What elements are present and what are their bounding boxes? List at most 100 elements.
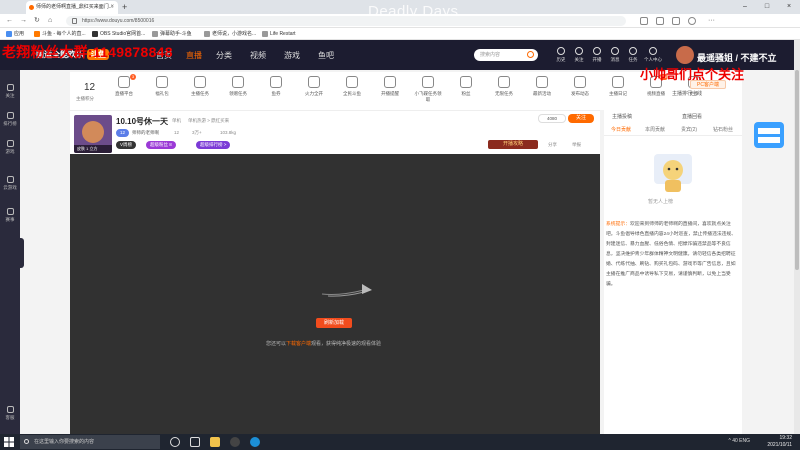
side-ad-badge-icon[interactable] (752, 118, 786, 152)
taskbar-clock[interactable]: 19:32 2021/10/11 (767, 435, 792, 449)
fans-count-button[interactable]: 4080 (538, 114, 566, 123)
task-view-icon[interactable] (190, 437, 200, 447)
url-input[interactable]: https://www.douyu.com/8500016 (66, 16, 626, 26)
new-tab-button[interactable]: + (122, 0, 127, 14)
back-icon[interactable]: ← (6, 16, 13, 26)
super-rank-badge[interactable]: 超级排行榜 > (196, 141, 231, 149)
nav-video[interactable]: 视频 (250, 50, 266, 61)
tab-week[interactable]: 本周贡献 (638, 124, 672, 136)
share-button[interactable]: 分享 (548, 142, 557, 148)
bookmark-item[interactable]: 老师说，小游戏名... (204, 30, 256, 38)
extension-icon[interactable] (640, 17, 648, 25)
windows-taskbar: 在这里输入你要搜索的内容 ^ 40 ENG 19:32 2021/10/11 (0, 434, 800, 450)
stream-guide-button[interactable]: 开播攻略 (488, 140, 538, 149)
tab-today[interactable]: 今日贡献 (604, 124, 638, 136)
task-item[interactable]: 无限任务 (490, 76, 518, 97)
super-fans-badge[interactable]: 超级粉丝 8 (146, 141, 176, 149)
tab-diamond-fans[interactable]: 钻石粉丝 (706, 124, 740, 136)
nav-category[interactable]: 分类 (216, 50, 232, 61)
task-item[interactable]: 福礼包 (148, 76, 176, 97)
pc-client-button[interactable]: PC客户端 (690, 80, 726, 89)
bookmark-item[interactable]: 应用 (6, 30, 24, 38)
follow-button[interactable]: 关注 (568, 114, 594, 123)
bookmark-item[interactable]: Life Restart (262, 30, 296, 38)
tasks-button[interactable]: 任务 (624, 47, 642, 63)
anchor-avatar[interactable]: 皮肤 1 立方 (74, 115, 112, 153)
cloud-icon (6, 176, 14, 183)
bookmark-item[interactable]: OBS Studio官网首... (92, 30, 145, 38)
task-item[interactable]: 最新活动 (528, 76, 556, 97)
task-item[interactable]: 直播平台 3 (110, 74, 138, 97)
trophy-icon (6, 112, 14, 119)
taskbar-search-input[interactable]: 在这里输入你要搜索的内容 (20, 435, 160, 449)
sidebar-item-esports[interactable]: 赛事 (0, 208, 20, 223)
sidebar-item-game[interactable]: 游戏 (0, 140, 20, 155)
room-subcategory[interactable]: 单机热游 > 鼎红买来 (188, 118, 229, 124)
anchor-weight: 103.8kg (220, 130, 237, 135)
tab-vip[interactable]: 贵宾(2) (672, 124, 706, 136)
user-avatar[interactable] (676, 46, 694, 64)
user-name[interactable]: 最遥骚姐 / 不建不立 (697, 51, 777, 64)
task-item[interactable]: 鱼券 (262, 76, 290, 97)
bookmark-item[interactable]: 弹幕助手-斗鱼 (152, 30, 192, 38)
nav-yuba[interactable]: 鱼吧 (318, 50, 334, 61)
anchor-submission-link[interactable]: 主播投稿 (612, 113, 632, 120)
sidebar-item-cloud-game[interactable]: 云游戏 (0, 176, 20, 191)
maximize-button[interactable]: □ (756, 0, 778, 14)
sidebar-item-rank[interactable]: 排行榜 (0, 112, 20, 127)
personal-center-button[interactable]: 个人中心 (644, 47, 662, 63)
download-client-link[interactable]: 下载客户端 (286, 341, 311, 347)
favorites-icon[interactable] (656, 17, 664, 25)
task-item[interactable]: 小飞碟任务领取 (414, 76, 442, 103)
reload-video-button[interactable]: 刷新加载 (316, 318, 352, 328)
system-tray[interactable]: ^ 40 ENG (728, 438, 750, 444)
profile-icon[interactable] (688, 17, 696, 25)
browser-tab[interactable]: 师师的老师啊直播_鼎红买来面门... × (26, 1, 118, 14)
sidebar-item-service[interactable]: 客服 (0, 406, 20, 421)
home-icon[interactable]: ⌂ (48, 16, 52, 26)
messages-button[interactable]: 消息 (606, 47, 624, 63)
sidebar-collapse-handle[interactable] (18, 238, 24, 268)
task-item[interactable]: 主播任务 (186, 76, 214, 97)
url-text: https://www.douyu.com/8500016 (82, 18, 155, 24)
forward-icon[interactable]: → (20, 16, 27, 26)
task-item[interactable]: 全民斗鱼 (338, 76, 366, 97)
task-item[interactable]: 开播提醒 (376, 76, 404, 97)
anchor-name[interactable]: 师师的老师啊 (132, 130, 159, 136)
task-item[interactable]: 主播日记 (604, 76, 632, 97)
file-explorer-icon[interactable] (210, 437, 220, 447)
close-window-button[interactable]: × (778, 0, 800, 14)
history-button[interactable]: 历史 (552, 47, 570, 63)
task-item[interactable]: 粉丝 (452, 76, 480, 97)
gamepad-icon (6, 140, 14, 147)
task-item[interactable]: 发布动态 (566, 76, 594, 97)
reload-icon[interactable]: ↻ (34, 16, 40, 26)
more-menu-icon[interactable]: ··· (708, 16, 715, 26)
site-search-input[interactable]: 搜索内容 (474, 49, 538, 61)
page-scrollbar[interactable] (794, 40, 800, 434)
nav-game[interactable]: 游戏 (284, 50, 300, 61)
close-tab-icon[interactable]: × (110, 1, 114, 14)
search-icon[interactable] (527, 51, 534, 58)
obs-taskbar-icon[interactable] (230, 437, 240, 447)
edge-icon[interactable] (250, 437, 260, 447)
task-item[interactable]: 火力全开 (300, 76, 328, 97)
room-category[interactable]: 单机 (172, 118, 181, 124)
replay-link[interactable]: 直播回看 (682, 113, 702, 120)
follow-list-button[interactable]: 关注 (570, 47, 588, 63)
minimize-button[interactable]: – (734, 0, 756, 14)
bookmark-item[interactable]: 斗鱼 - 每个人的直... (34, 30, 86, 38)
task-item[interactable]: 领赠任务 (224, 76, 252, 97)
windows-start-icon[interactable] (4, 437, 14, 447)
nav-live[interactable]: 直播 (186, 50, 202, 61)
start-stream-button[interactable]: 开播 (588, 47, 606, 63)
vip-rank-badge[interactable]: V周榜 (116, 141, 137, 149)
task-label: 鱼券 (271, 91, 281, 96)
collections-icon[interactable] (672, 17, 680, 25)
video-player[interactable]: 刷新加载 您还可以下载客户端观看，获得纯净极速的观看体验 (70, 154, 600, 434)
sidebar-item-follow[interactable]: 关注 (0, 84, 20, 99)
task-label: 主播日记 (609, 91, 627, 96)
cortana-icon[interactable] (170, 437, 180, 447)
scrollbar-thumb[interactable] (795, 70, 799, 270)
report-button[interactable]: 举报 (572, 142, 581, 148)
